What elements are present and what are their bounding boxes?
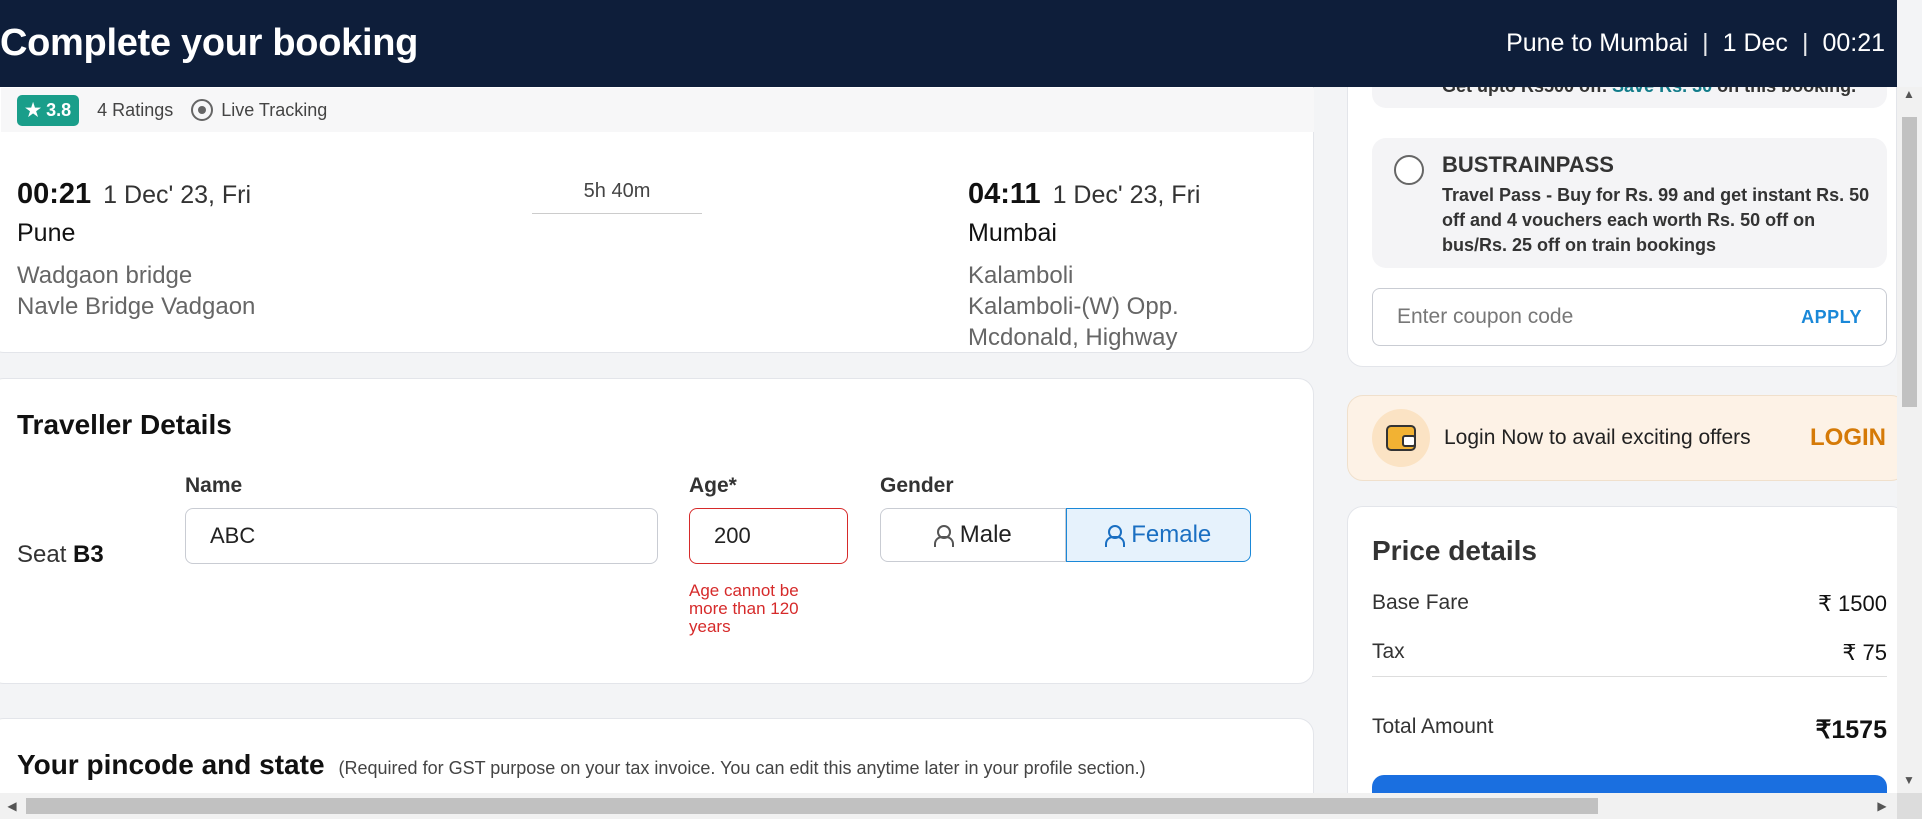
trip-summary: Pune to Mumbai | 1 Dec | 00:21 — [1506, 29, 1885, 58]
arrival-address-line: Mcdonald, Highway — [968, 324, 1178, 351]
total-row: Total Amount ₹1575 — [1372, 715, 1887, 745]
offer-item-bustrainpass[interactable]: BUSTRAINPASS Travel Pass - Buy for Rs. 9… — [1372, 138, 1887, 268]
total-label: Total Amount — [1372, 715, 1494, 738]
arrival-time: 04:11 — [968, 178, 1041, 210]
base-fare-label: Base Fare — [1372, 591, 1469, 614]
live-tracking[interactable]: Live Tracking — [191, 99, 327, 121]
coupon-input[interactable]: Enter coupon code — [1397, 305, 1573, 329]
name-label: Name — [185, 474, 243, 497]
star-icon: ★ — [25, 99, 42, 120]
sidebar: Get upto Rs500 off. Save Rs. 30 on this … — [1347, 87, 1897, 793]
wallet-icon — [1372, 409, 1430, 467]
pincode-note: (Required for GST purpose on your tax in… — [338, 758, 1146, 778]
arrival-info: 04:11 1 Dec' 23, Fri Mumbai Kalamboli Ka… — [968, 178, 1200, 353]
base-fare-row: Base Fare ₹ 1500 — [1372, 591, 1887, 617]
gender-label: Gender — [880, 474, 954, 497]
traveller-details-card: Traveller Details Seat B3 Name ABC Age* … — [0, 378, 1314, 684]
scroll-up-icon[interactable]: ▲ — [1899, 87, 1919, 101]
trip-date: 1 Dec — [1722, 29, 1788, 57]
rating-bar: ★ 3.8 4 Ratings Live Tracking — [1, 88, 1314, 132]
arrival-city: Mumbai — [968, 219, 1057, 247]
separator: | — [1801, 29, 1809, 57]
gender-female-button[interactable]: Female — [1065, 508, 1251, 562]
departure-time: 00:21 — [17, 178, 92, 210]
horizontal-scroll-thumb[interactable] — [26, 798, 1598, 814]
offer-desc-text: on this booking. — [1717, 87, 1856, 96]
offers-card: Get upto Rs500 off. Save Rs. 30 on this … — [1347, 87, 1897, 367]
pincode-title-text: Your pincode and state — [17, 749, 325, 780]
offer-code: BUSTRAINPASS — [1442, 152, 1614, 177]
tax-value: ₹ 75 — [1842, 640, 1887, 665]
price-details-title: Price details — [1372, 535, 1537, 566]
seat-number: B3 — [73, 541, 104, 568]
main-content: ★ 3.8 4 Ratings Live Tracking 00:21 1 De… — [0, 87, 1314, 793]
gender-toggle: Male Female — [880, 508, 1251, 562]
trip-time: 00:21 — [1822, 29, 1885, 57]
horizontal-scrollbar[interactable]: ◀ ▶ — [0, 793, 1897, 819]
traveller-section-title: Traveller Details — [17, 409, 232, 440]
vertical-scroll-thumb[interactable] — [1902, 117, 1917, 407]
age-input[interactable]: 200 — [689, 508, 848, 564]
seat-prefix: Seat — [17, 541, 67, 568]
bus-journey-card: ★ 3.8 4 Ratings Live Tracking 00:21 1 De… — [0, 87, 1314, 353]
vertical-scrollbar[interactable]: ▲ ▼ — [1897, 87, 1922, 793]
apply-coupon-button[interactable]: APPLY — [1801, 307, 1862, 328]
departure-address: Wadgaon bridge Navle Bridge Vadgaon — [17, 260, 255, 322]
page-header: Complete your booking Pune to Mumbai | 1… — [0, 0, 1897, 87]
price-details-card: Price details Base Fare ₹ 1500 Tax ₹ 75 … — [1347, 506, 1897, 793]
pincode-card: Your pincode and state (Required for GST… — [0, 718, 1314, 793]
arrival-date: 1 Dec' 23, Fri — [1052, 181, 1201, 209]
offer-description: Get upto Rs500 off. Save Rs. 30 on this … — [1442, 87, 1856, 97]
ratings-count[interactable]: 4 Ratings — [97, 100, 173, 121]
gender-female-label: Female — [1131, 521, 1212, 548]
login-prompt: Login Now to avail exciting offers — [1444, 426, 1751, 449]
coupon-input-box: Enter coupon code APPLY — [1372, 288, 1887, 346]
trip-route: Pune to Mumbai — [1506, 29, 1689, 57]
departure-city: Pune — [17, 219, 76, 247]
arrival-address-line: Kalamboli — [968, 262, 1074, 289]
gender-male-button[interactable]: Male — [880, 508, 1066, 562]
proceed-button[interactable] — [1372, 775, 1887, 793]
price-divider — [1372, 676, 1887, 677]
age-error-message: Age cannot be more than 120 years — [689, 581, 799, 636]
offer-savings: Save Rs. 30 — [1612, 87, 1712, 96]
offer-description: Travel Pass - Buy for Rs. 99 and get ins… — [1442, 185, 1870, 255]
age-label: Age* — [689, 474, 737, 497]
arrival-address-line: Kalamboli-(W) Opp. — [968, 293, 1179, 320]
scrollbar-corner — [1897, 793, 1922, 819]
scroll-left-icon[interactable]: ◀ — [2, 799, 22, 813]
offer-radio[interactable] — [1394, 155, 1424, 185]
gender-male-label: Male — [959, 521, 1012, 548]
departure-address-line: Navle Bridge Vadgaon — [17, 293, 256, 320]
male-person-icon — [933, 525, 954, 547]
live-tracking-label: Live Tracking — [221, 99, 328, 120]
rating-badge[interactable]: ★ 3.8 — [17, 94, 80, 126]
pincode-section-title: Your pincode and state (Required for GST… — [17, 749, 1146, 781]
departure-date: 1 Dec' 23, Fri — [103, 181, 252, 209]
separator: | — [1702, 29, 1709, 57]
offer-desc-text: Get upto Rs500 off. — [1442, 87, 1607, 96]
tax-row: Tax ₹ 75 — [1372, 640, 1887, 666]
tax-label: Tax — [1372, 640, 1405, 663]
journey-duration: 5h 40m — [532, 180, 702, 214]
departure-info: 00:21 1 Dec' 23, Fri Pune Wadgaon bridge… — [17, 178, 255, 322]
arrival-address: Kalamboli Kalamboli-(W) Opp. Mcdonald, H… — [968, 260, 1200, 353]
name-input[interactable]: ABC — [185, 508, 658, 564]
rating-value: 3.8 — [46, 99, 72, 120]
login-button[interactable]: LOGIN — [1810, 424, 1886, 452]
female-person-icon — [1105, 525, 1126, 547]
base-fare-value: ₹ 1500 — [1817, 591, 1887, 616]
seat-label: Seat B3 — [17, 541, 104, 569]
scroll-down-icon[interactable]: ▼ — [1899, 773, 1919, 787]
location-target-icon — [191, 99, 214, 121]
login-banner: Login Now to avail exciting offers LOGIN — [1347, 395, 1897, 481]
page-title: Complete your booking — [0, 22, 419, 64]
offer-item[interactable]: Get upto Rs500 off. Save Rs. 30 on this … — [1372, 87, 1887, 108]
scroll-right-icon[interactable]: ▶ — [1872, 799, 1892, 813]
total-value: ₹1575 — [1815, 716, 1887, 744]
departure-address-line: Wadgaon bridge — [17, 262, 193, 289]
